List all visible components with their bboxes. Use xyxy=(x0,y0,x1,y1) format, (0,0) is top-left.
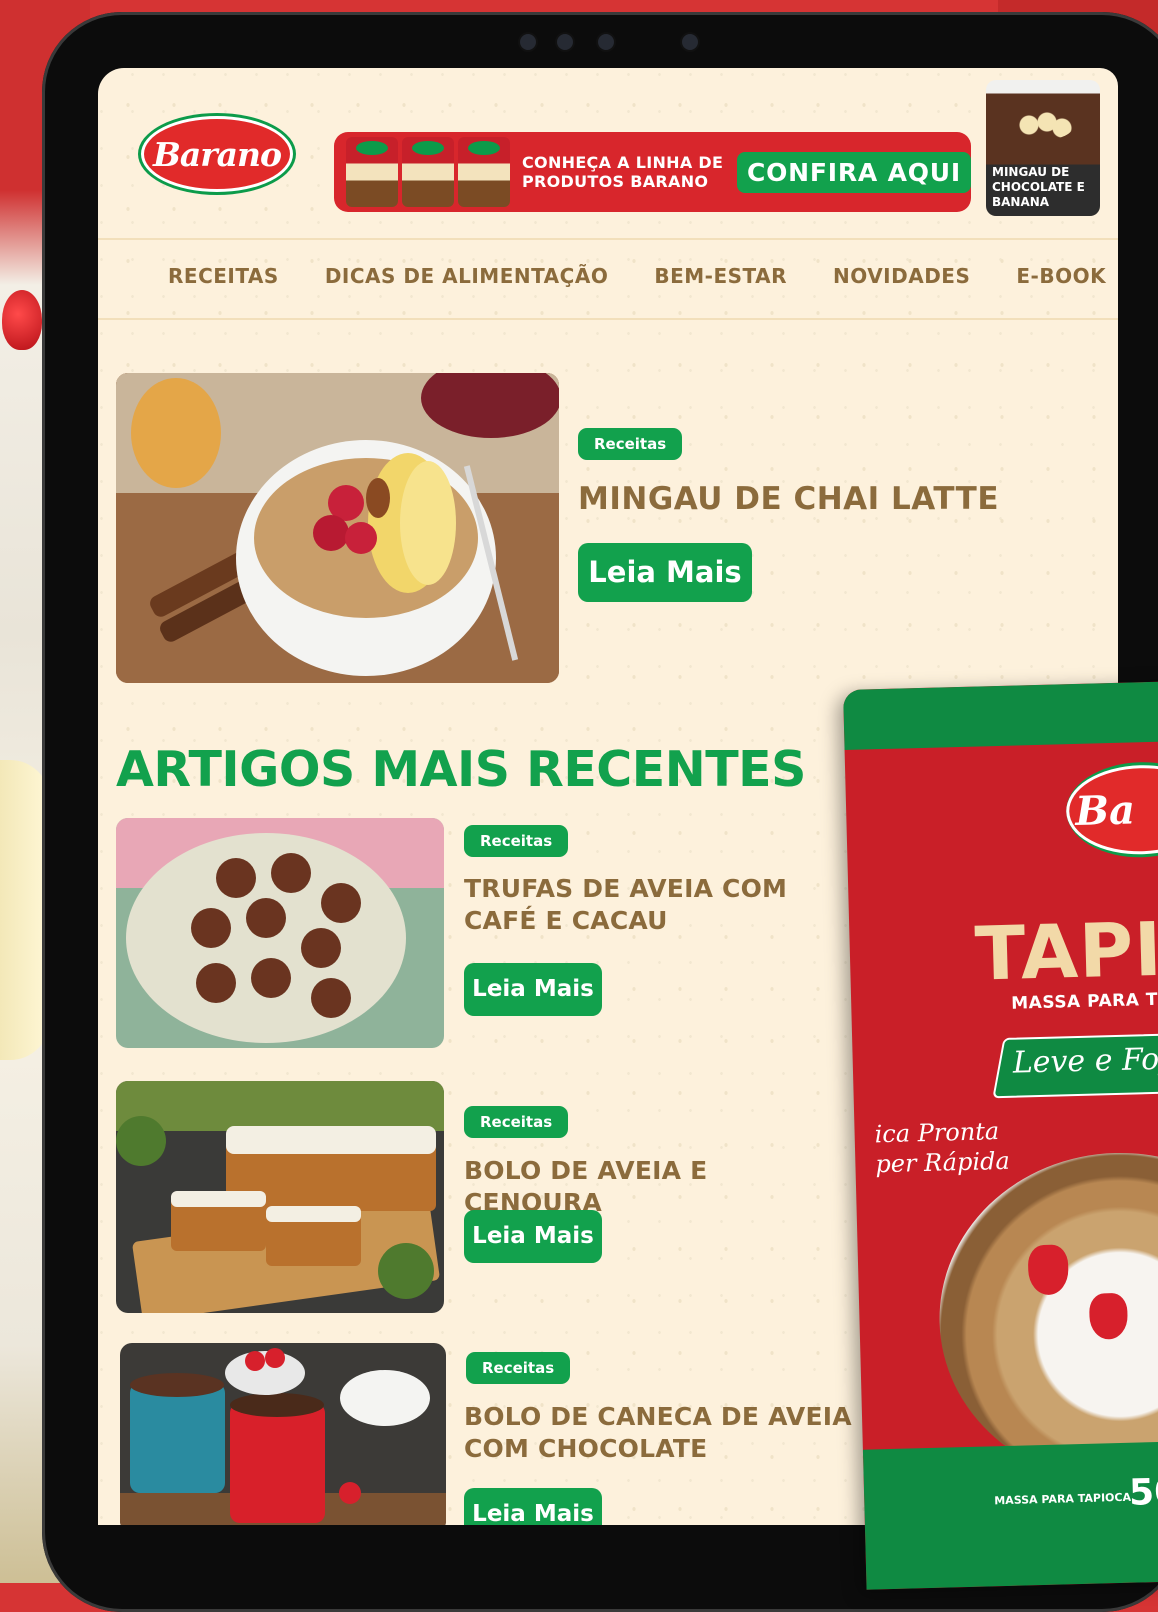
granola-pack-image xyxy=(346,137,398,207)
article-image-bolo-cenoura[interactable] xyxy=(116,1081,444,1313)
article-image-bolo-caneca[interactable] xyxy=(120,1343,446,1525)
logo-badge: Barano xyxy=(141,116,293,192)
article-image-trufas[interactable] xyxy=(116,818,444,1048)
article-read-more-button[interactable]: Leia Mais xyxy=(464,963,602,1016)
recent-articles-heading: ARTIGOS MAIS RECENTES xyxy=(116,741,806,798)
nav-divider xyxy=(98,238,1118,240)
package-subtitle: MASSA PARA T xyxy=(1011,989,1158,1014)
category-tag[interactable]: Receitas xyxy=(578,428,683,460)
category-tag[interactable]: Receitas xyxy=(464,1106,569,1138)
banner-text: CONHEÇA A LINHA DE PRODUTOS BARANO xyxy=(522,153,724,191)
mug-cake-illustration xyxy=(120,1343,446,1525)
camera-dot xyxy=(598,34,614,50)
article-title[interactable]: TRUFAS DE AVEIA COM CAFÉ E CACAU xyxy=(464,873,854,937)
nav-divider xyxy=(98,318,1118,320)
article-read-more-button[interactable]: Leia Mais xyxy=(464,1210,602,1263)
package-logo: Ba xyxy=(1065,760,1158,860)
products-banner[interactable]: CONHEÇA A LINHA DE PRODUTOS BARANO CONFI… xyxy=(334,132,971,212)
granola-pack-image xyxy=(402,137,454,207)
thumbnail-caption: MINGAU DE CHOCOLATE E BANANA xyxy=(992,165,1085,209)
mingau-chocolate-thumbnail[interactable]: MINGAU DE CHOCOLATE E BANANA xyxy=(986,80,1100,216)
featured-read-more-button[interactable]: Leia Mais xyxy=(578,543,752,602)
article-title[interactable]: BOLO DE CANECA DE AVEIA COM CHOCOLATE xyxy=(464,1401,854,1465)
truffles-illustration xyxy=(116,818,444,1048)
logo-text: Barano xyxy=(152,134,282,174)
carrot-cake-illustration xyxy=(116,1081,444,1313)
confira-aqui-button[interactable]: CONFIRA AQUI xyxy=(736,151,971,193)
package-note-line: per Rápida xyxy=(875,1146,1011,1179)
banana-slices-image xyxy=(1014,110,1074,140)
article-read-more-button[interactable]: Leia Mais xyxy=(464,1488,602,1525)
package-bottom-band xyxy=(862,1440,1158,1590)
barano-logo[interactable]: Barano xyxy=(138,113,296,195)
main-nav: RECEITAS DICAS DE ALIMENTAÇÃO BEM-ESTAR … xyxy=(168,264,1106,288)
category-tag[interactable]: Receitas xyxy=(464,825,569,857)
featured-article-image[interactable] xyxy=(116,373,559,683)
package-logo-badge: Ba xyxy=(1065,763,1158,857)
granola-pack-image xyxy=(458,137,510,207)
banner-product-images xyxy=(346,137,510,207)
nav-item-receitas[interactable]: RECEITAS xyxy=(168,264,279,288)
package-logo-text: Ba xyxy=(1074,786,1136,835)
category-tag[interactable]: Receitas xyxy=(466,1352,571,1384)
package-ribbon-text: Leve e Fof xyxy=(1012,1041,1158,1081)
package-top-band xyxy=(843,681,1158,750)
nav-item-dicas[interactable]: DICAS DE ALIMENTAÇÃO xyxy=(325,264,609,288)
package-note: ica Pronta per Rápida xyxy=(874,1116,1010,1179)
nav-item-bem-estar[interactable]: BEM-ESTAR xyxy=(654,264,787,288)
strawberry-image xyxy=(2,290,42,350)
nav-item-novidades[interactable]: NOVIDADES xyxy=(833,264,970,288)
camera-dot xyxy=(520,34,536,50)
package-weight: 50 xyxy=(1128,1471,1158,1514)
porridge-bowl-illustration xyxy=(116,373,559,683)
tapioca-product-package: Ba TAPI MASSA PARA T Leve e Fof ica Pron… xyxy=(843,681,1158,1590)
featured-article-title[interactable]: MINGAU DE CHAI LATTE xyxy=(578,481,999,517)
package-product-name: TAPI xyxy=(973,906,1158,998)
package-note-line: ica Pronta xyxy=(874,1117,1000,1149)
camera-dot xyxy=(557,34,573,50)
nav-item-ebook[interactable]: E-BOOK xyxy=(1016,264,1106,288)
camera-dot xyxy=(682,34,698,50)
